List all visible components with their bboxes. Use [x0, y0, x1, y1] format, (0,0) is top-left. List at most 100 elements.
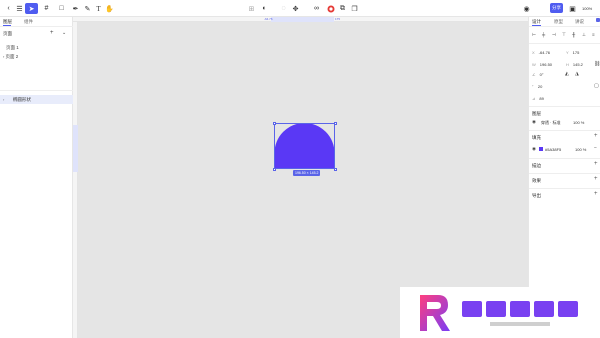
cut-icon[interactable]: ✥	[290, 3, 301, 14]
tab-underline	[3, 25, 11, 26]
layer-opacity[interactable]: 100 %	[573, 120, 584, 125]
chevron-right-icon: ›	[3, 97, 5, 102]
w-label: W	[532, 62, 536, 67]
share-button[interactable]: 分享	[550, 3, 563, 13]
divider	[529, 158, 600, 159]
selection-border	[274, 123, 335, 169]
sweep-field[interactable]: ⊿ 89	[532, 96, 544, 101]
lock-ratio-icon[interactable]: ⛓	[594, 61, 600, 67]
align-left-icon[interactable]: ⊢	[532, 32, 536, 38]
back-arrow-icon[interactable]: ‹	[3, 3, 14, 14]
layer-item-label: 椭圆形状	[13, 97, 31, 102]
divider	[529, 106, 600, 107]
remove-fill-icon[interactable]: −	[594, 145, 597, 151]
group-icon[interactable]: ⧉	[337, 3, 348, 14]
page-item-2[interactable]: › 页面 2	[3, 54, 18, 60]
add-stroke-icon[interactable]: +	[594, 161, 598, 167]
ruler-start-value: -64.76	[264, 17, 273, 21]
pen-tool-icon[interactable]: ✒	[70, 3, 81, 14]
selected-shape[interactable]	[272, 121, 337, 171]
zoom-level[interactable]: 100%	[582, 6, 592, 11]
blend-mode-select[interactable]: 穿透 · 标准	[541, 120, 561, 126]
align-right-icon[interactable]: ⊣	[552, 32, 556, 38]
fill-hex[interactable]: #5A38F5	[545, 147, 561, 152]
rectangle-tool-icon[interactable]: □	[56, 3, 67, 14]
flip-vertical-icon[interactable]: ◮	[575, 71, 579, 77]
tab-underline	[532, 25, 541, 26]
resize-handle-tr[interactable]	[333, 121, 337, 125]
h-label: H	[566, 62, 569, 67]
play-icon[interactable]: ◉	[521, 3, 532, 14]
top-toolbar: ‹ ☰ ➤ # □ ✒ ✎ T ✋ ⊞ ◐ ◌ ✥ ∞ ⧉ ❐ ◉ 分享 ▣ 1…	[0, 0, 600, 17]
tab-annotate[interactable]: 讲说	[575, 19, 584, 25]
add-effect-icon[interactable]: +	[594, 176, 598, 182]
x-label: X	[532, 50, 535, 55]
fill-visibility-icon[interactable]: ◉	[532, 146, 536, 152]
add-export-icon[interactable]: +	[594, 191, 598, 197]
layer-section-title: 图层	[532, 111, 541, 116]
resize-handle-br[interactable]	[333, 167, 337, 171]
radius-icon: ⌜	[532, 84, 534, 89]
add-fill-icon[interactable]: +	[594, 133, 598, 139]
align-center-v-icon[interactable]: ╫	[572, 32, 575, 37]
divider	[529, 188, 600, 189]
x-field[interactable]: X -64.76	[532, 50, 550, 55]
text-tool-icon[interactable]: T	[93, 3, 104, 14]
right-panel-tabs: 设计 原型 讲说	[529, 17, 600, 27]
w-value: 196.50	[539, 62, 553, 67]
watermark-logo	[400, 287, 600, 338]
ungroup-icon[interactable]: ❐	[349, 3, 360, 14]
layer-item-ellipse[interactable]: › 椭圆形状	[0, 95, 73, 104]
divider	[529, 43, 600, 44]
align-center-h-icon[interactable]: ╪	[542, 32, 545, 37]
component-icon[interactable]: ⊞	[246, 3, 257, 14]
flip-horizontal-icon[interactable]: ◭	[565, 71, 569, 77]
save-icon[interactable]: ▣	[567, 3, 578, 14]
menu-icon[interactable]: ☰	[14, 3, 25, 14]
frame-tool-icon[interactable]: #	[41, 3, 52, 14]
left-panel-tabs: 图层 组件	[0, 17, 73, 27]
divider	[529, 173, 600, 174]
tab-prototype[interactable]: 原型	[554, 19, 563, 25]
h-field[interactable]: H 145.2	[566, 62, 583, 67]
resize-handle-bl[interactable]	[272, 167, 276, 171]
distribute-icon[interactable]: ≡	[592, 32, 595, 37]
align-top-icon[interactable]: ⊤	[562, 32, 566, 38]
rotation-field[interactable]: ∠ 0°	[532, 72, 543, 77]
ruler-end-value: 175	[335, 17, 341, 21]
pencil-tool-icon[interactable]: ✎	[82, 3, 93, 14]
page-item-1[interactable]: 页面 1	[6, 45, 19, 51]
y-label: Y	[566, 50, 569, 55]
pointer-tool-icon[interactable]: ➤	[25, 3, 38, 14]
align-bottom-icon[interactable]: ⊥	[582, 32, 586, 38]
page-item-2-label: 页面 2	[5, 54, 19, 59]
pages-title: 页面	[3, 31, 12, 36]
x-value: -64.76	[538, 50, 551, 55]
fill-swatch[interactable]	[539, 147, 543, 151]
independent-corners-icon[interactable]: ▢	[594, 83, 599, 89]
y-field[interactable]: Y 175	[566, 50, 579, 55]
radius-field[interactable]: ⌜ 20	[532, 84, 542, 89]
hand-tool-icon[interactable]: ✋	[104, 3, 115, 14]
radius-value: 20	[537, 84, 543, 89]
add-page-icon[interactable]: +	[50, 30, 54, 36]
resize-handle-tl[interactable]	[272, 121, 276, 125]
left-panel: 图层 组件 页面 + ⌄ 页面 1 › 页面 2 › 椭圆形状	[0, 17, 73, 338]
sweep-icon: ⊿	[532, 96, 536, 101]
mask-icon[interactable]: ◐	[259, 3, 270, 14]
link-icon[interactable]: ∞	[311, 3, 322, 14]
fill-color-icon[interactable]	[325, 3, 336, 14]
w-field[interactable]: W 196.50	[532, 62, 552, 67]
fill-opacity[interactable]: 100 %	[575, 147, 586, 152]
boolean-icon[interactable]: ◌	[278, 3, 289, 14]
tab-components[interactable]: 组件	[24, 19, 33, 25]
y-value: 175	[572, 50, 580, 55]
new-badge	[596, 18, 600, 22]
chevron-down-icon[interactable]: ⌄	[62, 30, 66, 36]
rotation-value: 0°	[539, 72, 544, 77]
eye-icon[interactable]: ◉	[532, 119, 536, 125]
export-section-title: 导出	[532, 193, 541, 198]
divider	[529, 130, 600, 131]
sweep-value: 89	[539, 96, 544, 101]
stroke-section-title: 描边	[532, 163, 541, 168]
